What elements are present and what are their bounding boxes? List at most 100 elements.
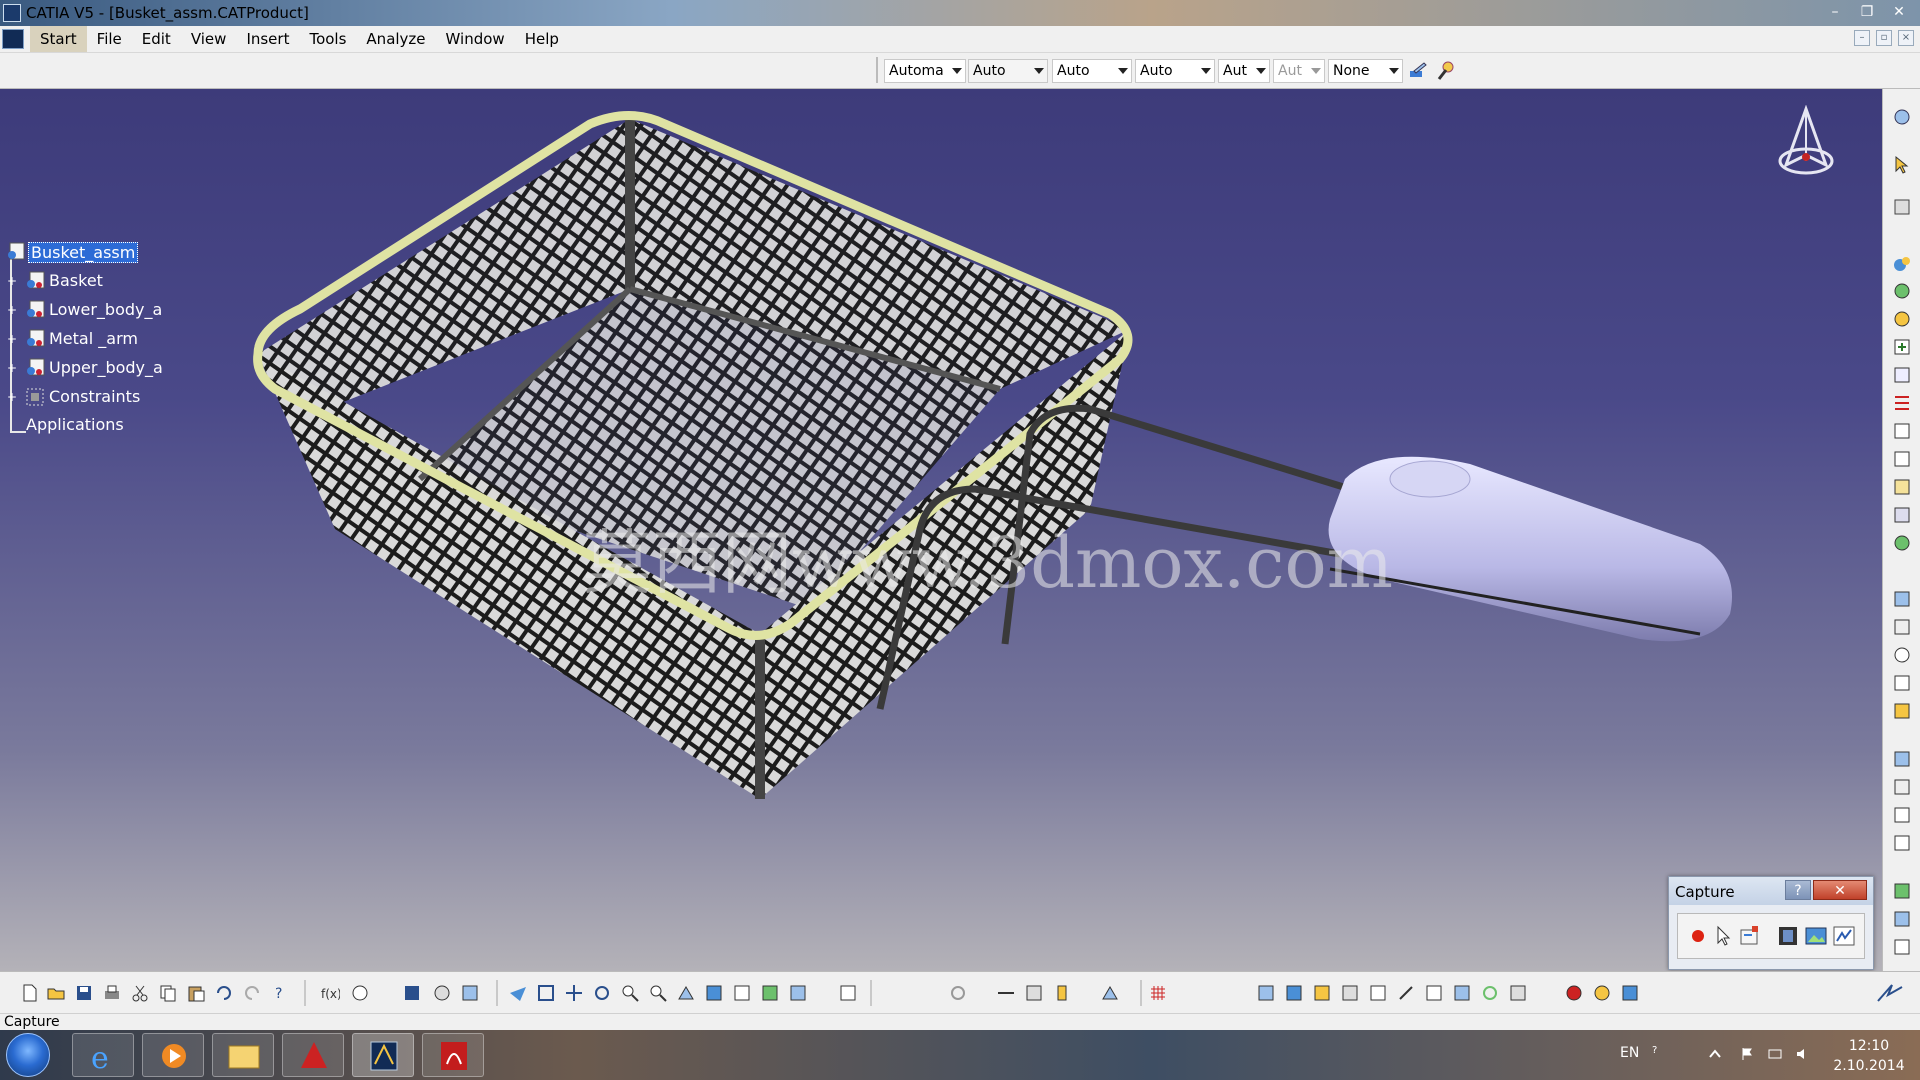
capture-title-bar[interactable]: Capture ? ✕ xyxy=(1669,877,1873,905)
menu-tools[interactable]: Tools xyxy=(299,26,356,52)
expand-icon[interactable]: + xyxy=(7,275,17,287)
coincidence-constraint-icon[interactable] xyxy=(1892,645,1912,665)
contact-constraint-icon[interactable] xyxy=(1892,673,1912,693)
layer-combo[interactable]: None xyxy=(1328,59,1403,83)
catalog-icon[interactable] xyxy=(402,983,422,1003)
acrobat-icon[interactable] xyxy=(422,1033,484,1077)
explode-scene-icon[interactable] xyxy=(1368,983,1388,1003)
pan-icon[interactable] xyxy=(564,983,584,1003)
capture-help-button[interactable]: ? xyxy=(1785,880,1811,900)
autodesk-icon[interactable] xyxy=(282,1033,344,1077)
insert-product-icon[interactable] xyxy=(1892,281,1912,301)
insert-component-icon[interactable] xyxy=(1892,253,1912,273)
options-icon[interactable] xyxy=(1832,924,1856,948)
undo-icon[interactable] xyxy=(214,983,234,1003)
snap-icon[interactable] xyxy=(1892,533,1912,553)
volume-icon[interactable] xyxy=(1796,1047,1810,1061)
close-button[interactable]: ✕ xyxy=(1884,2,1914,22)
document-icon[interactable] xyxy=(2,29,24,49)
expand-icon[interactable]: + xyxy=(7,362,17,374)
expand-icon[interactable]: + xyxy=(7,333,17,345)
clock[interactable]: 12:10 2.10.2014 xyxy=(1826,1036,1912,1076)
menu-help[interactable]: Help xyxy=(515,26,569,52)
generate-numbering-icon[interactable] xyxy=(1892,421,1912,441)
clash-icon[interactable] xyxy=(1100,983,1120,1003)
network-icon[interactable] xyxy=(1768,1047,1782,1061)
tools-palette-icon[interactable] xyxy=(460,983,480,1003)
print-icon[interactable] xyxy=(102,983,122,1003)
refresh-icon[interactable] xyxy=(1480,983,1500,1003)
compass-icon[interactable] xyxy=(1776,105,1836,187)
analysis-icon[interactable] xyxy=(1892,937,1912,957)
measure-between-icon[interactable] xyxy=(996,983,1016,1003)
rotate-icon[interactable] xyxy=(592,983,612,1003)
save-icon[interactable] xyxy=(74,983,94,1003)
zoom-out-icon[interactable] xyxy=(648,983,668,1003)
minimize-button[interactable]: – xyxy=(1820,2,1850,22)
stop-manipulate-icon[interactable] xyxy=(1892,617,1912,637)
fit-all-icon[interactable] xyxy=(432,983,452,1003)
menu-edit[interactable]: Edit xyxy=(132,26,181,52)
start-button[interactable] xyxy=(6,1033,50,1077)
point-type-combo[interactable]: Aut xyxy=(1218,59,1270,83)
doc-close-button[interactable]: × xyxy=(1898,30,1914,46)
distance-band-icon[interactable] xyxy=(1284,983,1304,1003)
measure-inertia-icon[interactable] xyxy=(1052,983,1072,1003)
swap-visible-icon[interactable] xyxy=(788,983,808,1003)
doc-minimize-button[interactable]: – xyxy=(1854,30,1870,46)
shaded-capture-icon[interactable] xyxy=(1776,924,1800,948)
record-icon[interactable] xyxy=(1686,924,1710,948)
expand-icon[interactable]: + xyxy=(7,391,17,403)
tree-item-constraints[interactable]: + Constraints xyxy=(4,384,174,410)
copy-icon[interactable] xyxy=(158,983,178,1003)
grid-icon[interactable] xyxy=(1148,983,1168,1003)
render-icon[interactable] xyxy=(1564,983,1584,1003)
fix-component-icon[interactable] xyxy=(1892,777,1912,797)
representations-icon[interactable] xyxy=(1892,449,1912,469)
expand-icon[interactable]: + xyxy=(7,304,17,316)
menu-analyze[interactable]: Analyze xyxy=(356,26,435,52)
tool-icon[interactable] xyxy=(1892,107,1912,127)
catia-app-icon[interactable] xyxy=(3,4,21,22)
sectioning-icon[interactable] xyxy=(1256,983,1276,1003)
catalog-browser-icon[interactable] xyxy=(1424,983,1444,1003)
properties-grid-icon[interactable] xyxy=(1508,983,1528,1003)
quick-view-icon[interactable] xyxy=(704,983,724,1003)
tree-item-metal-arm[interactable]: + Metal _arm xyxy=(4,326,164,352)
file-explorer-icon[interactable] xyxy=(212,1033,274,1077)
existing-component-icon[interactable] xyxy=(1892,337,1912,357)
quick-constraint-icon[interactable] xyxy=(1892,833,1912,853)
capture-close-button[interactable]: ✕ xyxy=(1813,880,1867,900)
painter-icon[interactable] xyxy=(1408,61,1428,81)
new-file-icon[interactable] xyxy=(20,983,40,1003)
angle-constraint-icon[interactable] xyxy=(1892,749,1912,769)
view-mode-icon[interactable] xyxy=(732,983,752,1003)
zoom-in-icon[interactable] xyxy=(620,983,640,1003)
color-combo[interactable]: Automa xyxy=(884,59,966,83)
internet-explorer-icon[interactable]: e xyxy=(72,1033,134,1077)
annotation-icon[interactable] xyxy=(1396,983,1416,1003)
compute-clash-icon[interactable] xyxy=(1312,983,1332,1003)
tree-root-busket-assm[interactable]: Busket_assm xyxy=(4,239,144,265)
show-hidden-icons-icon[interactable] xyxy=(1708,1047,1722,1061)
fix-together-icon[interactable] xyxy=(1892,805,1912,825)
explode-icon[interactable] xyxy=(1892,589,1912,609)
multi-instantiation-icon[interactable] xyxy=(1892,477,1912,497)
catia-icon[interactable] xyxy=(352,1033,414,1077)
whats-this-icon[interactable]: ? xyxy=(272,983,292,1003)
formula-icon[interactable]: f(x) xyxy=(320,983,340,1003)
bill-of-material-icon[interactable] xyxy=(1452,983,1472,1003)
measure-item-icon[interactable] xyxy=(1024,983,1044,1003)
knowledge-icon[interactable] xyxy=(350,983,370,1003)
line-thickness-combo[interactable]: Auto xyxy=(1052,59,1132,83)
update-icon[interactable] xyxy=(1892,881,1912,901)
offset-constraint-icon[interactable] xyxy=(1892,701,1912,721)
insert-part-icon[interactable] xyxy=(1892,309,1912,329)
menu-file[interactable]: File xyxy=(87,26,132,52)
material-icon[interactable] xyxy=(1592,983,1612,1003)
multi-view-icon[interactable] xyxy=(838,983,858,1003)
capture-settings-icon[interactable] xyxy=(1738,924,1762,948)
media-player-icon[interactable] xyxy=(142,1033,204,1077)
hide-show-icon[interactable] xyxy=(760,983,780,1003)
keyboard-layout-icon[interactable]: ? xyxy=(1650,1042,1664,1056)
